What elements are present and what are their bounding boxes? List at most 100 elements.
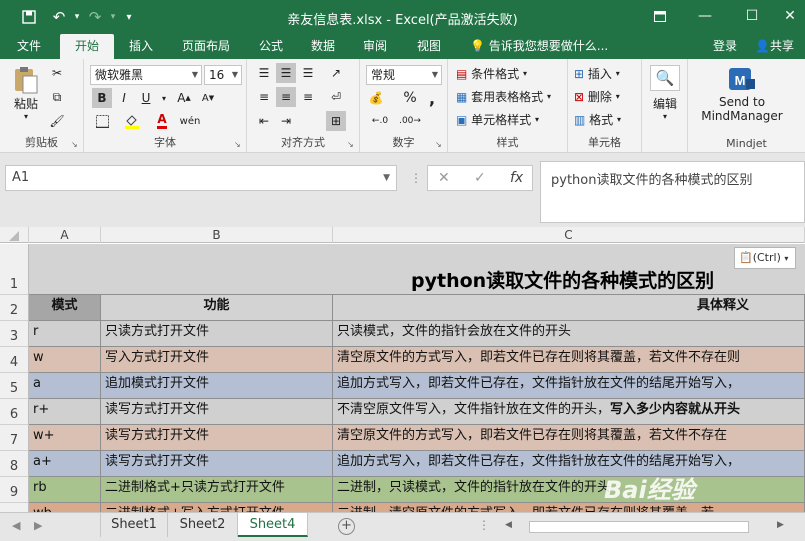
number-format-combo[interactable]: 常规 ▼ (366, 65, 442, 85)
column-header-b[interactable]: B (101, 227, 333, 243)
currency-icon[interactable]: 💰 (366, 88, 386, 108)
prev-sheet-icon[interactable]: ◀ (12, 519, 20, 532)
row-header[interactable]: 4 (0, 347, 29, 373)
underline-dropdown-icon[interactable]: ▾ (154, 88, 174, 108)
increase-font-icon[interactable]: A ▲ (174, 88, 194, 108)
table-cell-description[interactable]: 追加方式写入，即若文件已存在，文件指针放在文件的结尾开始写入， (333, 451, 805, 477)
header-cell-mode[interactable]: 模式 (29, 295, 101, 321)
cell-styles-button[interactable]: ▣ 单元格样式 ▾ (456, 111, 539, 128)
decrease-decimal-icon[interactable]: .00→ (399, 111, 421, 131)
table-cell-description[interactable]: 只读模式，文件的指针会放在文件的开头 (333, 321, 805, 347)
row-header[interactable]: 6 (0, 399, 29, 425)
align-top-icon[interactable]: ☰ (254, 63, 274, 83)
name-box[interactable]: A1 ▼ (5, 165, 397, 191)
enter-icon[interactable]: ✓ (474, 170, 486, 186)
font-color-icon[interactable]: A (152, 111, 172, 131)
table-cell-description[interactable]: 二进制，只读模式，文件的指针放在文件的开头 (333, 477, 805, 503)
tab-page-layout[interactable]: 页面布局 (172, 34, 240, 59)
scrollbar-thumb[interactable] (529, 521, 749, 533)
table-cell-mode[interactable]: r (29, 321, 101, 347)
add-sheet-icon[interactable]: + (338, 518, 355, 535)
alignment-launcher-icon[interactable]: ↘ (347, 140, 356, 149)
orientation-icon[interactable]: ↗ (326, 63, 346, 83)
sheet-title-cell[interactable]: python读取文件的各种模式的区别 (29, 244, 805, 295)
tab-view[interactable]: 视图 (406, 34, 452, 59)
table-cell-mode[interactable]: a (29, 373, 101, 399)
next-sheet-icon[interactable]: ▶ (34, 519, 42, 532)
clipboard-launcher-icon[interactable]: ↘ (71, 140, 80, 149)
insert-function-icon[interactable]: fx (510, 170, 523, 186)
select-all-corner[interactable] (0, 227, 29, 243)
table-cell-description[interactable]: 二进制，清空原文件的方式写入，即若文件已存在则将其覆盖，若 (333, 503, 805, 512)
table-cell-mode[interactable]: w (29, 347, 101, 373)
underline-button[interactable]: U (136, 88, 156, 108)
format-as-table-button[interactable]: ▦ 套用表格格式 ▾ (456, 88, 551, 105)
table-cell-description[interactable]: 清空原文件的方式写入，即若文件已存在则将其覆盖，若文件不存在 (333, 425, 805, 451)
table-cell-mode[interactable]: rb (29, 477, 101, 503)
sheet-tab-sheet4[interactable]: Sheet4 (238, 513, 308, 537)
comma-button[interactable]: , (422, 88, 442, 108)
paste-button[interactable]: 粘贴 ▾ (10, 65, 42, 121)
row-header[interactable]: 10 (0, 503, 29, 512)
ribbon-display-icon[interactable] (645, 4, 675, 28)
minimize-icon[interactable]: — (690, 4, 720, 28)
table-cell-function[interactable]: 写入方式打开文件 (101, 347, 333, 373)
name-box-dropdown-icon[interactable]: ▼ (383, 166, 390, 190)
sheet-tab-sheet2[interactable]: Sheet2 (168, 513, 238, 537)
split-dots-icon[interactable]: ⋮ (478, 518, 490, 532)
merge-center-icon[interactable]: ⊞ (326, 111, 346, 131)
table-cell-function[interactable]: 只读方式打开文件 (101, 321, 333, 347)
cut-icon[interactable]: ✂ (47, 63, 67, 83)
table-cell-function[interactable]: 读写方式打开文件 (101, 425, 333, 451)
table-cell-mode[interactable]: r+ (29, 399, 101, 425)
align-bottom-icon[interactable]: ☰ (298, 63, 318, 83)
font-size-combo[interactable]: 16 ▼ (204, 65, 242, 85)
tab-data[interactable]: 数据 (302, 34, 344, 59)
header-cell-description[interactable]: 具体释义 (333, 295, 805, 321)
align-middle-icon[interactable]: ☰ (276, 63, 296, 83)
tab-file[interactable]: 文件 (8, 34, 50, 59)
column-header-a[interactable]: A (29, 227, 101, 243)
font-launcher-icon[interactable]: ↘ (234, 140, 243, 149)
row-header[interactable]: 3 (0, 321, 29, 347)
editing-button[interactable]: 🔍 编辑 ▾ (648, 65, 682, 121)
format-painter-icon[interactable]: 🖌 (47, 111, 67, 131)
row-header[interactable]: 1 (0, 244, 29, 295)
table-cell-mode[interactable]: wb (29, 503, 101, 512)
table-cell-mode[interactable]: w+ (29, 425, 101, 451)
delete-cells-button[interactable]: ⊠ 删除 ▾ (574, 88, 620, 105)
sheet-tab-sheet1[interactable]: Sheet1 (100, 513, 168, 537)
table-cell-function[interactable]: 二进制格式+只读方式打开文件 (101, 477, 333, 503)
table-cell-function[interactable]: 读写方式打开文件 (101, 399, 333, 425)
tab-insert[interactable]: 插入 (118, 34, 164, 59)
row-header[interactable]: 7 (0, 425, 29, 451)
table-cell-function[interactable]: 二进制格式+写入方式打开文件 (101, 503, 333, 512)
format-cells-button[interactable]: ▥ 格式 ▾ (574, 111, 621, 128)
decrease-indent-icon[interactable]: ⇤ (254, 111, 274, 131)
paste-options-button[interactable]: 📋(Ctrl) ▾ (734, 247, 796, 269)
horizontal-scrollbar[interactable]: ◀ ▶ (497, 520, 805, 534)
row-header[interactable]: 5 (0, 373, 29, 399)
table-cell-function[interactable]: 读写方式打开文件 (101, 451, 333, 477)
table-cell-description[interactable]: 清空原文件的方式写入，即若文件已存在则将其覆盖，若文件不存在则 (333, 347, 805, 373)
number-launcher-icon[interactable]: ↘ (435, 140, 444, 149)
scroll-left-icon[interactable]: ◀ (505, 520, 512, 530)
row-header[interactable]: 2 (0, 295, 29, 321)
table-cell-description[interactable]: 不清空原文件写入，文件指针放在文件的开头，写入多少内容就从开头 (333, 399, 805, 425)
wrap-text-icon[interactable]: ⏎ (326, 87, 346, 107)
login-link[interactable]: 登录 (713, 34, 737, 59)
maximize-icon[interactable]: ☐ (737, 4, 767, 28)
bold-button[interactable]: B (92, 88, 112, 108)
scroll-right-icon[interactable]: ▶ (777, 520, 784, 530)
align-left-icon[interactable]: ≡ (254, 87, 274, 107)
borders-icon[interactable] (92, 111, 112, 131)
decrease-font-icon[interactable]: A ▼ (198, 88, 218, 108)
table-cell-function[interactable]: 追加模式打开文件 (101, 373, 333, 399)
insert-cells-button[interactable]: ⊞ 插入 ▾ (574, 65, 620, 82)
table-cell-mode[interactable]: a+ (29, 451, 101, 477)
cancel-icon[interactable]: ✕ (438, 170, 450, 186)
column-header-c[interactable]: C (333, 227, 805, 243)
send-to-mindmanager-button[interactable]: M Send to MindManager (692, 65, 792, 123)
fill-color-icon[interactable] (122, 111, 142, 131)
row-header[interactable]: 8 (0, 451, 29, 477)
